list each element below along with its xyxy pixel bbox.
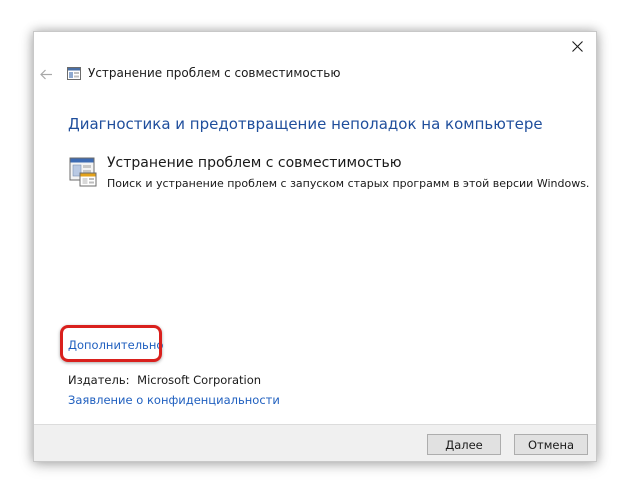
troubleshooter-icon — [67, 67, 81, 80]
privacy-statement-link[interactable]: Заявление о конфиденциальности — [68, 393, 280, 407]
publisher-value: Microsoft Corporation — [137, 373, 262, 387]
next-button[interactable]: Далее — [427, 434, 501, 455]
back-arrow-icon — [39, 69, 52, 79]
troubleshooter-dialog: Устранение проблем с совместимостью Диаг… — [33, 31, 597, 462]
close-button[interactable] — [566, 36, 588, 56]
title-row: Устранение проблем с совместимостью — [34, 62, 596, 86]
publisher-info: Издатель: Microsoft Corporation — [68, 373, 261, 387]
page-heading: Диагностика и предотвращение неполадок н… — [68, 115, 543, 133]
screenshot-stage: Устранение проблем с совместимостью Диаг… — [0, 0, 629, 496]
item-description: Поиск и устранение проблем с запуском ст… — [107, 177, 590, 190]
publisher-label: Издатель: — [68, 373, 130, 387]
compatibility-troubleshooter-icon — [69, 157, 97, 187]
dialog-footer: Далее Отмена — [34, 424, 596, 461]
back-button[interactable] — [37, 65, 55, 83]
troubleshooter-item[interactable]: Устранение проблем с совместимостью Поис… — [68, 155, 590, 195]
item-title: Устранение проблем с совместимостью — [107, 155, 402, 171]
close-icon — [571, 40, 583, 52]
window-title: Устранение проблем с совместимостью — [88, 66, 341, 80]
cancel-button[interactable]: Отмена — [514, 434, 588, 455]
advanced-link[interactable]: Дополнительно — [68, 338, 163, 352]
